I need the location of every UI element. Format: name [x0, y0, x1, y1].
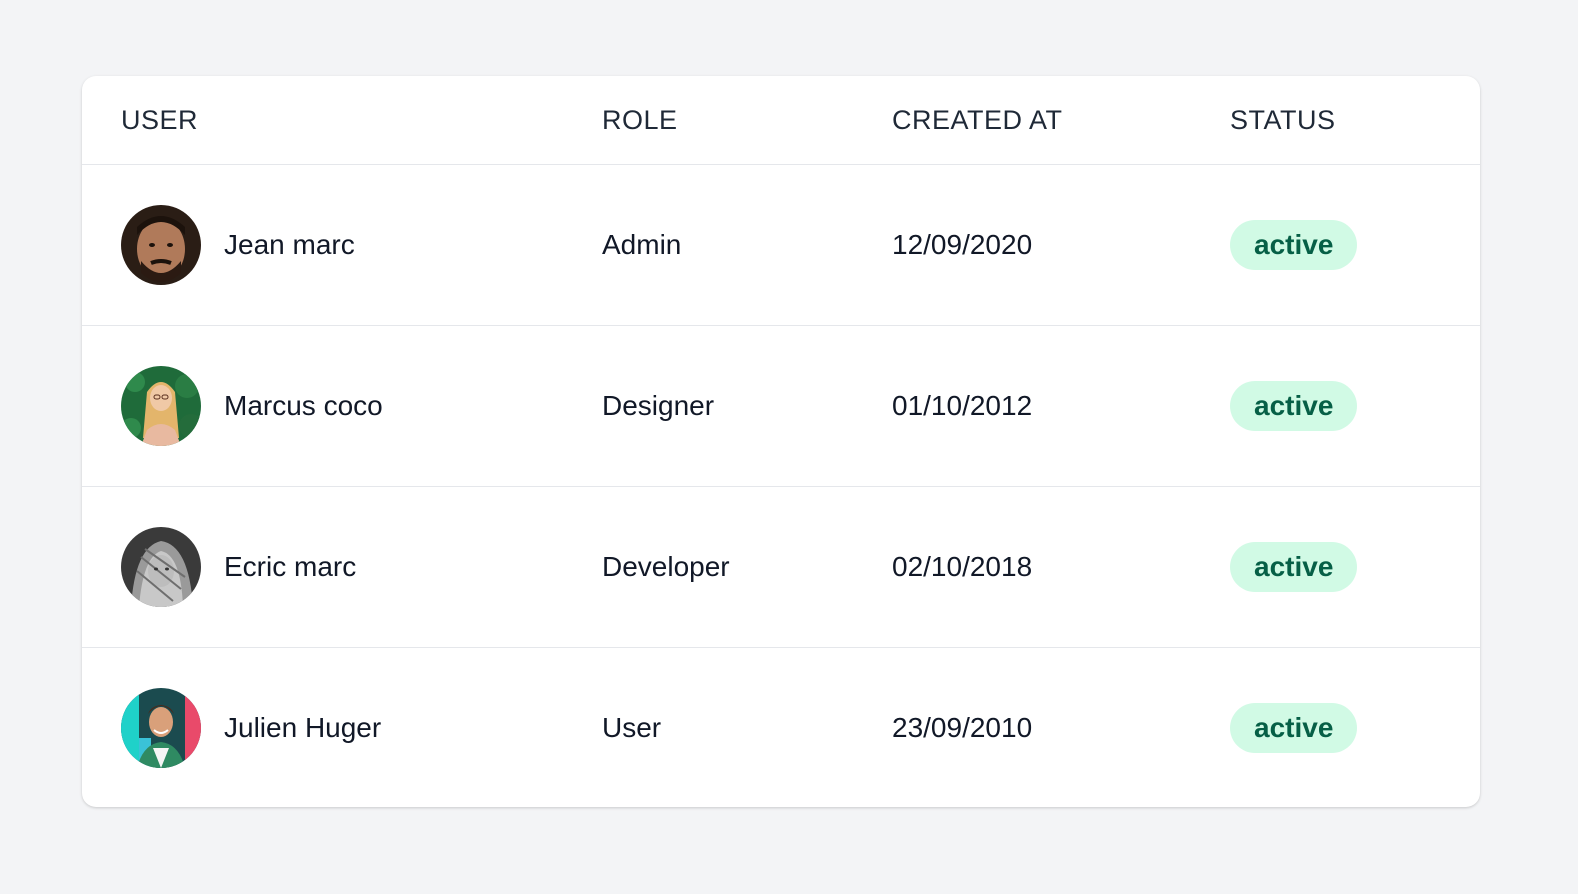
user-role: User — [602, 712, 662, 743]
table-row[interactable]: Ecric marc Developer 02/10/2018 active — [82, 487, 1480, 648]
user-name: Marcus coco — [224, 390, 383, 421]
table-header: USER ROLE CREATED AT STATUS — [82, 76, 1480, 165]
users-table-card: USER ROLE CREATED AT STATUS Jean marc Ad… — [82, 76, 1480, 807]
avatar — [121, 366, 201, 446]
user-created-at: 12/09/2020 — [892, 229, 1033, 260]
user-role: Developer — [602, 551, 730, 582]
table-row[interactable]: Julien Huger User 23/09/2010 active — [82, 648, 1480, 807]
user-role: Designer — [602, 390, 715, 421]
avatar — [121, 205, 201, 285]
table-row[interactable]: Marcus coco Designer 01/10/2012 active — [82, 326, 1480, 487]
user-photo-icon — [121, 366, 201, 446]
header-user[interactable]: USER — [121, 76, 198, 164]
avatar — [121, 527, 201, 607]
status-badge: active — [1230, 542, 1358, 592]
user-created-at: 02/10/2018 — [892, 551, 1033, 582]
user-name: Julien Huger — [224, 712, 382, 743]
user-name: Ecric marc — [224, 551, 357, 582]
status-badge: active — [1230, 703, 1358, 753]
user-photo-icon — [121, 205, 201, 285]
header-created-at[interactable]: CREATED AT — [892, 76, 1063, 164]
header-status[interactable]: STATUS — [1230, 76, 1336, 164]
status-badge: active — [1230, 381, 1358, 431]
user-name: Jean marc — [224, 229, 355, 260]
avatar — [121, 688, 201, 768]
user-photo-icon — [121, 527, 201, 607]
user-created-at: 23/09/2010 — [892, 712, 1033, 743]
header-role[interactable]: ROLE — [602, 76, 678, 164]
user-role: Admin — [602, 229, 682, 260]
user-photo-icon — [121, 688, 201, 768]
table-row[interactable]: Jean marc Admin 12/09/2020 active — [82, 165, 1480, 326]
user-created-at: 01/10/2012 — [892, 390, 1033, 421]
status-badge: active — [1230, 220, 1358, 270]
